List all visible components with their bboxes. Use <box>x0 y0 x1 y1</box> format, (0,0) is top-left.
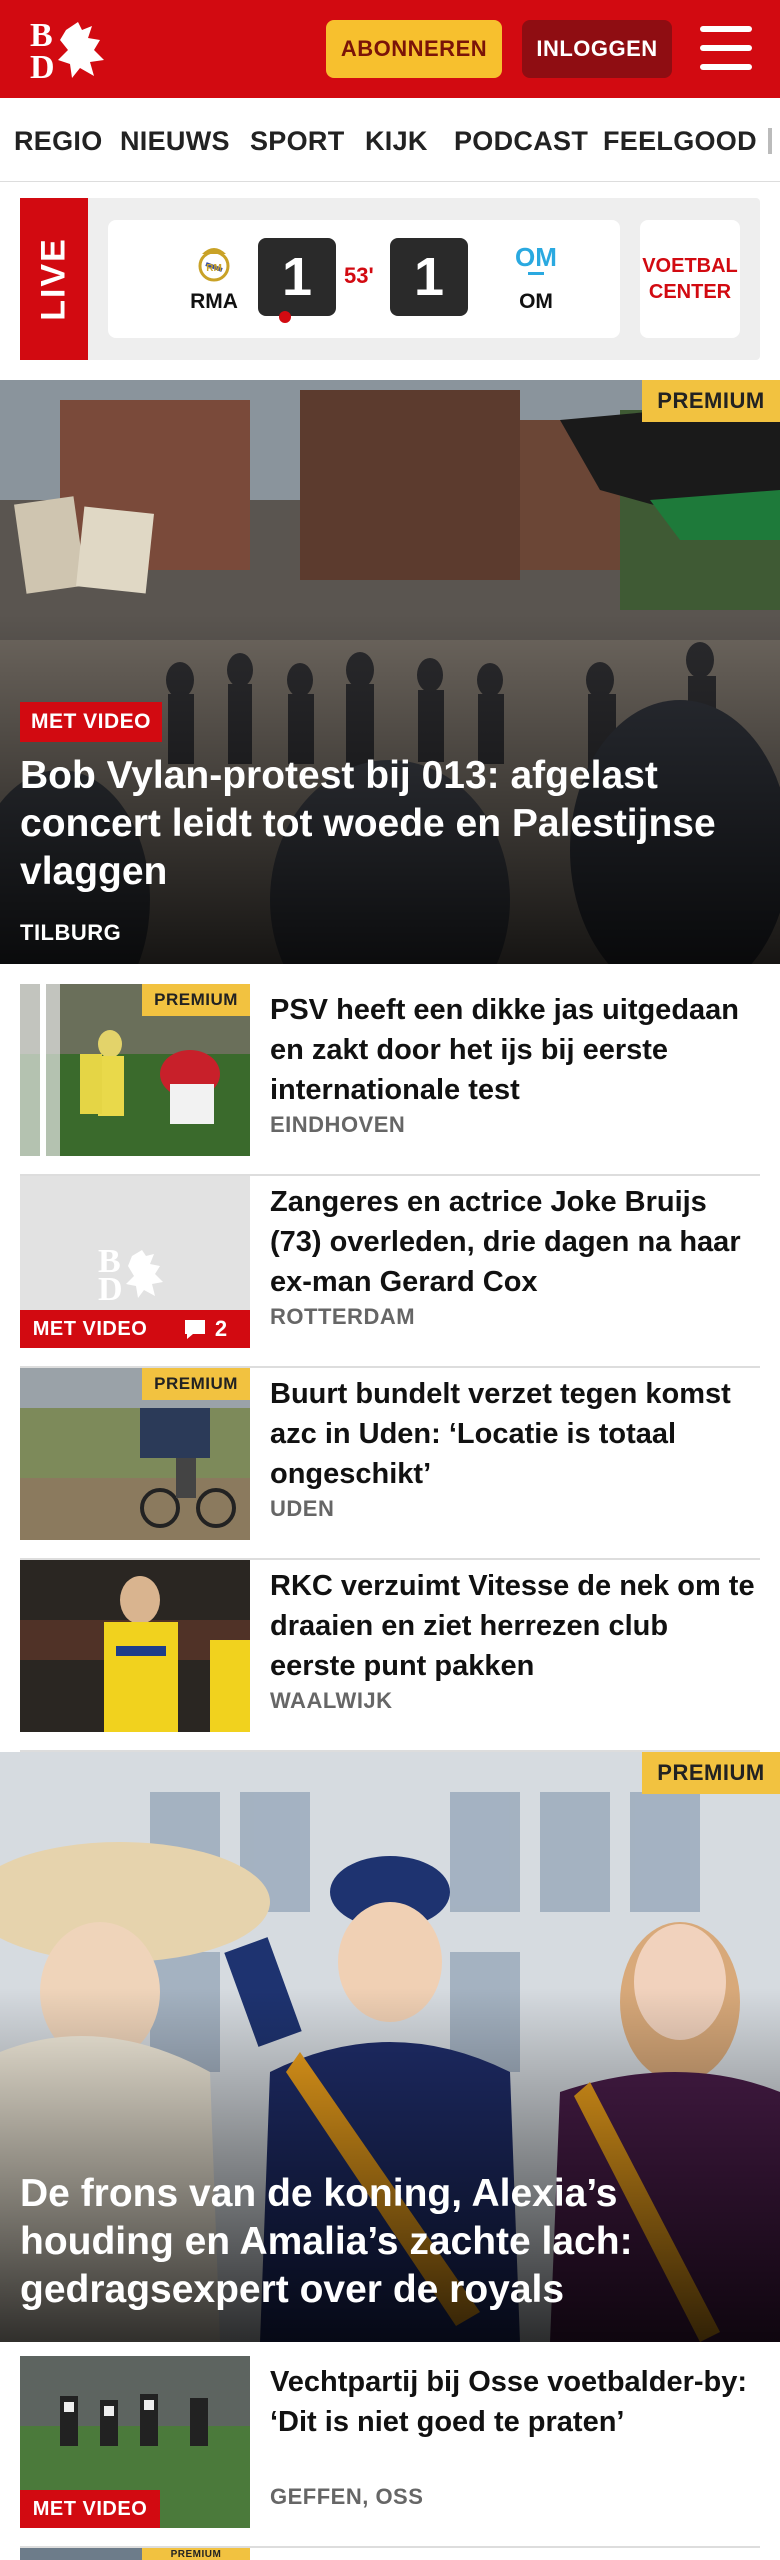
article-title[interactable]: PSV heeft een dikke jas uitgedaan en zak… <box>270 990 760 1110</box>
video-badge: MET VIDEO <box>20 702 162 742</box>
article-thumbnail-partial: PREMIUM <box>20 2548 250 2560</box>
svg-text:D: D <box>30 49 55 82</box>
nav-item-podcast[interactable]: PODCAST <box>454 126 588 157</box>
hero-title[interactable]: Bob Vylan-protest bij 013: afgelast conc… <box>20 752 760 896</box>
article-location: UDEN <box>270 1496 335 1521</box>
comment-icon <box>184 1320 205 1339</box>
article-item[interactable]: PREMIUM Buurt bundelt verzet tegen komst… <box>20 1368 760 1560</box>
article-location: GEFFEN, OSS <box>270 2484 424 2509</box>
menu-icon[interactable] <box>700 26 752 70</box>
home-team-name: RMA <box>190 290 238 313</box>
hero-article-1[interactable]: PREMIUM MET VIDEO Bob Vylan-protest bij … <box>0 380 780 964</box>
bd-logo-icon[interactable]: B D <box>28 16 114 82</box>
svg-text:RM: RM <box>206 263 222 274</box>
away-score: 1 <box>390 238 468 316</box>
nav-overflow-hint <box>768 128 772 154</box>
comment-count[interactable]: 2 <box>160 1310 250 1348</box>
live-indicator-dot <box>279 311 291 323</box>
hero-article-2[interactable]: PREMIUM De frons van de koning, Alexia’s… <box>0 1752 780 2342</box>
video-badge: MET VIDEO <box>20 2490 160 2528</box>
nav-item-feelgood[interactable]: FEELGOOD <box>603 126 757 157</box>
svg-text:OM: OM <box>515 242 557 272</box>
live-score-widget: LIVE RM RMA 1 53' 1 OM OM VOETBAL CENTER <box>20 198 760 360</box>
real-madrid-crest-icon: RM <box>198 248 230 282</box>
live-label: LIVE <box>20 198 88 360</box>
premium-badge: PREMIUM <box>142 2548 250 2560</box>
premium-badge: PREMIUM <box>142 984 250 1016</box>
article-item[interactable]: B D MET VIDEO 2 Zangeres en actrice Joke… <box>20 1176 760 1368</box>
comment-count-value: 2 <box>214 1316 228 1341</box>
nav-item-sport[interactable]: SPORT <box>250 126 345 157</box>
article-location: WAALWIJK <box>270 1688 393 1713</box>
article-title[interactable]: Buurt bundelt verzet tegen komst azc in … <box>270 1374 760 1494</box>
article-thumbnail <box>20 1560 250 1732</box>
article-title[interactable]: RKC verzuimt Vitesse de nek om te draaie… <box>270 1566 760 1686</box>
premium-badge: PREMIUM <box>642 1752 780 1794</box>
article-location: EINDHOVEN <box>270 1112 406 1137</box>
nav-item-nieuws[interactable]: NIEUWS <box>120 126 230 157</box>
site-header: B D ABONNEREN INLOGGEN <box>0 0 780 98</box>
video-badge: MET VIDEO <box>20 1310 160 1348</box>
nav-item-kijk[interactable]: KIJK <box>365 126 428 157</box>
main-nav: REGIO NIEUWS SPORT KIJK PODCAST FEELGOOD <box>0 98 780 182</box>
match-score-card[interactable]: RM RMA 1 53' 1 OM OM <box>108 220 620 338</box>
login-button[interactable]: INLOGGEN <box>522 20 672 78</box>
premium-badge: PREMIUM <box>642 380 780 422</box>
article-item[interactable]: PREMIUM PSV heeft een dikke jas uitgedaa… <box>20 984 760 1176</box>
voetbal-center-button[interactable]: VOETBAL CENTER <box>640 220 740 338</box>
svg-text:D: D <box>98 1271 123 1308</box>
article-title[interactable]: Zangeres en actrice Joke Bruijs (73) ove… <box>270 1182 760 1302</box>
article-title[interactable]: Vechtpartij bij Osse voetbalder-by: ‘Dit… <box>270 2362 760 2442</box>
match-minute: 53' <box>344 263 374 288</box>
hero-location: TILBURG <box>20 920 122 945</box>
subscribe-button[interactable]: ABONNEREN <box>326 20 502 78</box>
article-item[interactable]: MET VIDEO Vechtpartij bij Osse voetbalde… <box>20 2356 760 2548</box>
nav-item-regio[interactable]: REGIO <box>14 126 103 157</box>
article-location: ROTTERDAM <box>270 1304 416 1329</box>
om-crest-icon: OM <box>515 242 557 275</box>
article-item[interactable]: RKC verzuimt Vitesse de nek om te draaie… <box>20 1560 760 1752</box>
away-team-name: OM <box>519 290 553 313</box>
hero-title[interactable]: De frons van de koning, Alexia’s houding… <box>20 2170 760 2314</box>
premium-badge: PREMIUM <box>142 1368 250 1400</box>
home-score: 1 <box>258 238 336 316</box>
